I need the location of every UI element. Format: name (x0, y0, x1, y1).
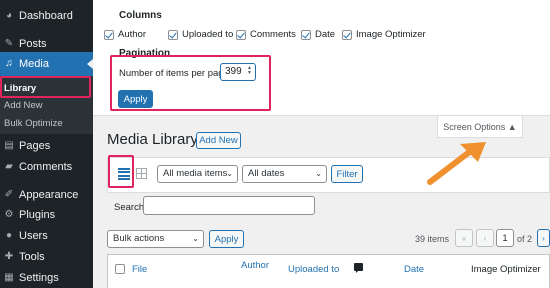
total-pages: of 2 (517, 234, 533, 244)
chevron-down-icon: ⌄ (315, 169, 322, 178)
column-toggle-date[interactable]: Date (301, 29, 335, 40)
checkbox[interactable] (342, 29, 352, 40)
checkbox[interactable] (236, 29, 246, 40)
column-file[interactable]: File (132, 264, 147, 275)
add-new-button[interactable]: Add New (196, 132, 241, 149)
checkbox[interactable] (168, 29, 178, 40)
search-input[interactable] (143, 196, 315, 215)
filter-button[interactable]: Filter (331, 165, 363, 183)
sidebar-item-label: Plugins (19, 209, 56, 221)
column-toggle-image-optimizer[interactable]: Image Optimizer (342, 29, 426, 40)
column-toggle-uploaded-to[interactable]: Uploaded to (168, 29, 233, 40)
current-page-input[interactable]: 1 (496, 229, 514, 247)
bulk-apply-button[interactable]: Apply (209, 230, 244, 248)
list-view-highlight-box (108, 155, 134, 188)
sidebar-item-label: Users (19, 230, 48, 242)
pagination-highlight-box (110, 55, 271, 111)
bulk-actions-select[interactable]: Bulk actions ⌄ (107, 230, 204, 248)
sidebar-item-label: Posts (19, 38, 47, 50)
column-date[interactable]: Date (404, 264, 424, 275)
settings-icon: ▦ (4, 272, 14, 283)
items-count: 39 items (415, 234, 450, 244)
chevron-down-icon: ⌄ (192, 234, 199, 243)
wrench-icon: ✚ (4, 251, 14, 262)
chevron-down-icon: ⌄ (226, 169, 233, 178)
screen-options-tab[interactable]: Screen Options ▲ (437, 116, 523, 138)
sidebar-item-settings[interactable]: ▦ Settings (0, 266, 93, 288)
media-icon: ♫ (5, 58, 13, 69)
column-toggle-author[interactable]: Author (104, 29, 146, 40)
pointer-arrow-icon (427, 142, 486, 185)
next-page-button[interactable]: › (537, 229, 550, 247)
sidebar-item-media[interactable]: ♫ Media (0, 52, 93, 76)
pin-icon: ✎ (4, 38, 14, 49)
sidebar-item-label: Media (19, 58, 49, 70)
grid-view-icon[interactable] (136, 168, 147, 179)
first-page-button[interactable]: « (455, 229, 473, 247)
plugin-icon: ⚙ (4, 209, 14, 220)
select-all-checkbox[interactable] (115, 264, 125, 274)
sidebar-item-label: Settings (19, 272, 59, 284)
library-highlight-box (0, 76, 91, 98)
comment-bubble-icon[interactable] (354, 263, 363, 273)
media-type-select[interactable]: All media items ⌄ (157, 165, 238, 183)
submenu-bulk-optimize[interactable]: Bulk Optimize (4, 118, 63, 129)
sidebar-item-comments[interactable]: ▰ Comments (0, 155, 93, 179)
sidebar-item-label: Dashboard (19, 10, 73, 22)
dashboard-icon: ◕ (5, 10, 13, 21)
admin-sidebar: ◕ Dashboard ✎ Posts ♫ Media Library Add … (0, 0, 93, 288)
checkbox[interactable] (104, 29, 114, 40)
column-author[interactable]: Author (241, 260, 269, 271)
columns-heading: Columns (119, 10, 162, 21)
column-image-optimizer: Image Optimizer (471, 264, 541, 275)
column-uploaded-to[interactable]: Uploaded to (288, 264, 339, 275)
sidebar-item-label: Comments (19, 161, 73, 173)
checkbox[interactable] (301, 29, 311, 40)
brush-icon: ✐ (4, 189, 14, 200)
user-icon: ● (5, 230, 13, 241)
sidebar-item-label: Appearance (19, 189, 79, 201)
search-label: Search (114, 202, 145, 213)
sidebar-item-label: Pages (19, 140, 51, 152)
comment-icon: ▰ (5, 161, 13, 172)
sidebar-item-label: Tools (19, 251, 45, 263)
date-select[interactable]: All dates ⌄ (242, 165, 327, 183)
page-icon: ▤ (4, 140, 14, 151)
submenu-add-new[interactable]: Add New (4, 100, 43, 111)
column-toggle-comments[interactable]: Comments (236, 29, 296, 40)
prev-page-button[interactable]: ‹ (476, 229, 494, 247)
page-title: Media Library (107, 131, 198, 148)
sidebar-item-dashboard[interactable]: ◕ Dashboard (0, 4, 93, 28)
